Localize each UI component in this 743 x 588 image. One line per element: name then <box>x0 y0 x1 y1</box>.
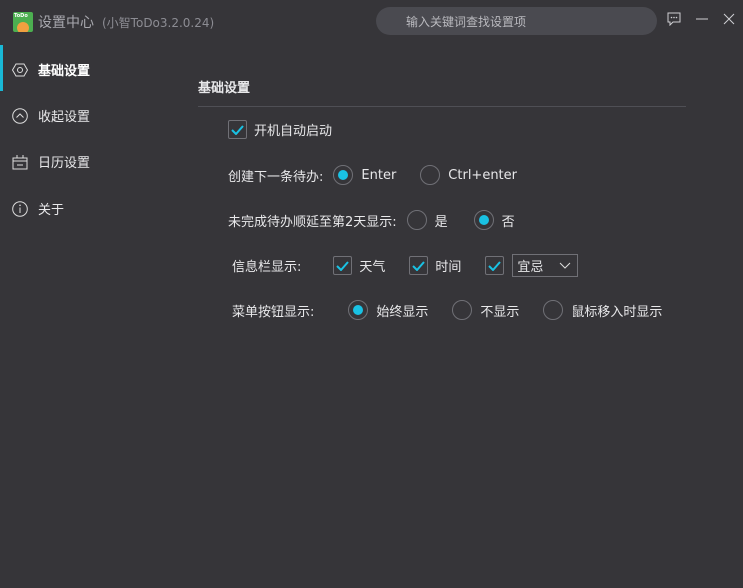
minimize-button[interactable] <box>696 12 708 30</box>
sidebar-item-collapse[interactable]: 收起设置 <box>12 106 90 125</box>
create-next-row: 创建下一条待办: Enter Ctrl+enter <box>228 165 517 185</box>
infobar-row: 信息栏显示: 天气 时间 宜忌 <box>232 254 579 277</box>
weather-checkbox[interactable]: 天气 <box>333 256 385 275</box>
autostart-checkbox[interactable]: 开机自动启动 <box>228 120 332 139</box>
sidebar-item-about[interactable]: 关于 <box>12 199 64 218</box>
radio-no[interactable]: 否 <box>473 210 515 230</box>
settings-search-input[interactable]: 输入关键词查找设置项 <box>376 7 657 35</box>
calendar-icon <box>12 154 28 170</box>
chevron-up-circle-icon <box>12 107 28 124</box>
close-button[interactable] <box>723 12 735 30</box>
divider <box>198 106 686 107</box>
app-version: (小智ToDo3.2.0.24) <box>102 16 215 30</box>
radio-enter[interactable]: Enter <box>333 165 396 185</box>
radio-yes[interactable]: 是 <box>406 210 448 230</box>
radio-hidden[interactable]: 不显示 <box>452 300 519 320</box>
time-checkbox[interactable]: 时间 <box>409 256 461 275</box>
radio-hover[interactable]: 鼠标移入时显示 <box>543 300 662 320</box>
radio-ctrl-enter[interactable]: Ctrl+enter <box>420 165 517 185</box>
sidebar-item-basic[interactable]: 基础设置 <box>12 60 90 79</box>
feedback-icon[interactable] <box>667 12 681 30</box>
app-logo: ToDo <box>13 12 33 32</box>
postpone-row: 未完成待办顺延至第2天显示: 是 否 <box>228 210 515 230</box>
active-indicator <box>0 45 3 91</box>
window-title: 设置中心 <box>38 15 94 31</box>
menu-buttons-row: 菜单按钮显示: 始终显示 不显示 鼠标移入时显示 <box>232 300 662 320</box>
gear-icon <box>12 62 28 78</box>
info-icon <box>12 200 28 217</box>
sidebar-item-calendar[interactable]: 日历设置 <box>12 152 90 171</box>
almanac-select[interactable]: 宜忌 <box>512 254 579 277</box>
radio-always[interactable]: 始终显示 <box>348 300 428 320</box>
check-icon[interactable] <box>228 120 247 139</box>
almanac-checkbox[interactable] <box>485 256 512 275</box>
chevron-down-icon <box>560 262 571 269</box>
section-title: 基础设置 <box>198 81 251 96</box>
